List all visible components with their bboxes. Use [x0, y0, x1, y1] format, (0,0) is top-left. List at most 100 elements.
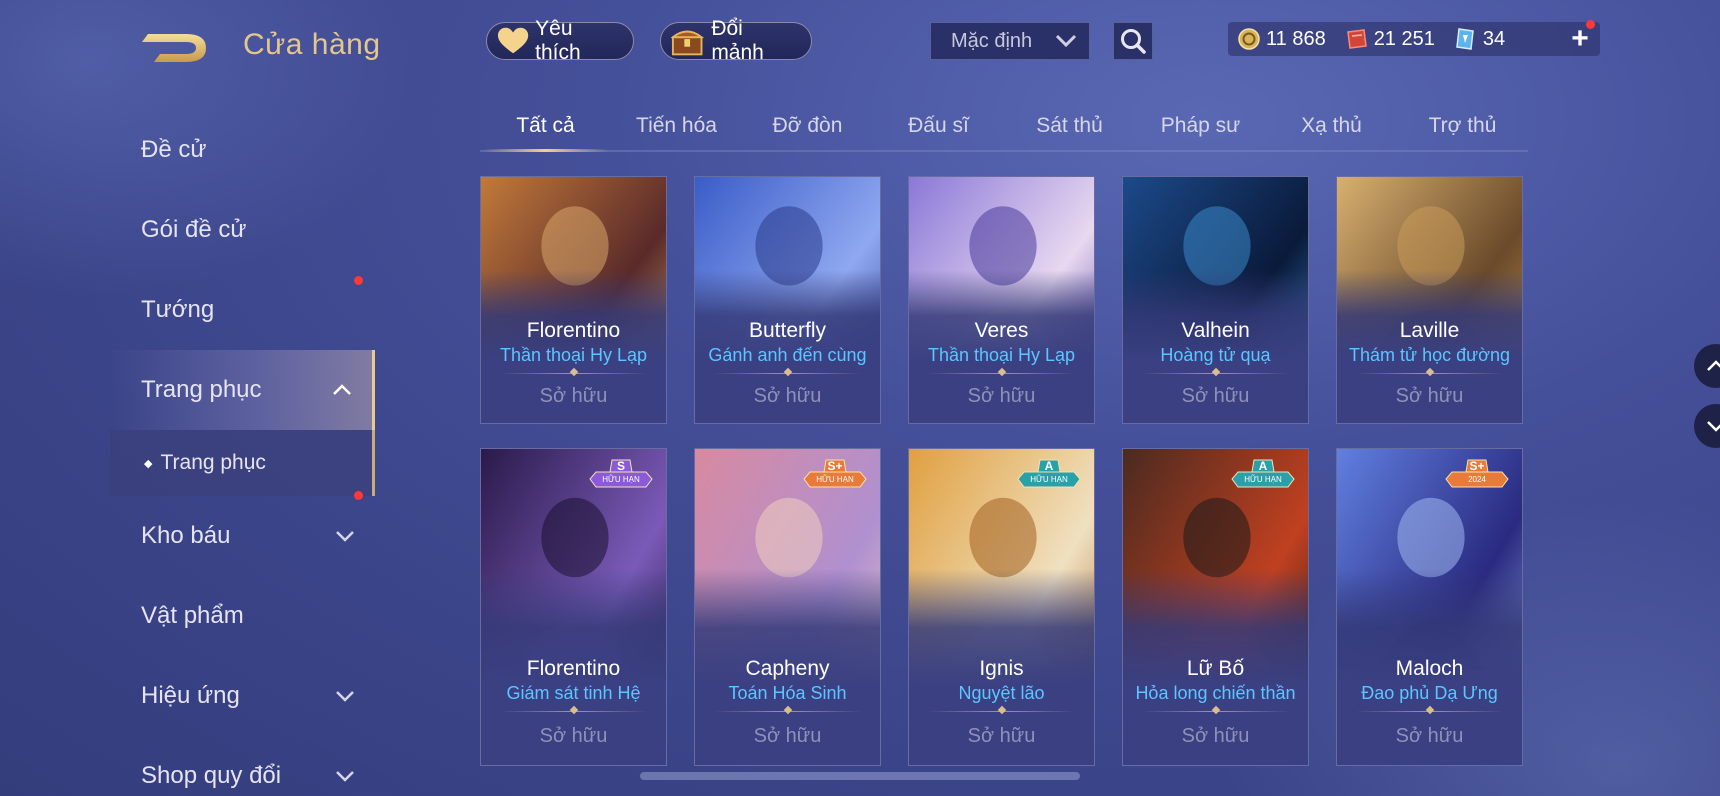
- hero-name: Veres: [974, 319, 1029, 342]
- skin-name: Nguyệt lão: [958, 683, 1045, 703]
- card-divider: [1141, 373, 1290, 374]
- hero-name: Lữ Bố: [1186, 657, 1245, 680]
- tab-tank[interactable]: Đỡ đòn: [742, 108, 873, 150]
- shard-exchange-button[interactable]: Đổi mảnh: [660, 17, 812, 64]
- gold-coin-icon: [1238, 28, 1260, 50]
- hero-name: Butterfly: [748, 319, 827, 342]
- chevron-down-icon: [336, 531, 354, 542]
- card-divider: [1355, 373, 1504, 374]
- back-button[interactable]: [140, 24, 212, 66]
- skin-card[interactable]: Capheny Toán Hóa Sinh Sở hữu S+ HỮU HẠN: [694, 448, 881, 766]
- sidebar-item-label: Vật phẩm: [141, 602, 244, 629]
- skin-card[interactable]: Valhein Hoàng tử quạ Sở hữu: [1122, 176, 1309, 424]
- favorites-button[interactable]: Yêu thích: [486, 17, 634, 64]
- ownership-status: Sở hữu: [967, 385, 1036, 407]
- scroll-up-button[interactable]: [1694, 344, 1720, 388]
- skin-name: Đao phủ Dạ Ưng: [1361, 683, 1498, 703]
- sidebar-item-skins[interactable]: Trang phục: [110, 350, 375, 430]
- limited-label: HỮU HẠN: [1244, 475, 1282, 484]
- limited-label: HỮU HẠN: [602, 475, 640, 484]
- limited-label: HỮU HẠN: [816, 475, 854, 484]
- sidebar-item-items[interactable]: Vật phẩm: [110, 576, 375, 656]
- chevron-down-icon: [1055, 34, 1077, 48]
- tab-marksman[interactable]: Xạ thủ: [1266, 108, 1397, 150]
- shard-exchange-label: Đổi mảnh: [711, 17, 764, 64]
- ownership-status: Sở hữu: [1395, 725, 1464, 747]
- limited-label: HỮU HẠN: [1030, 475, 1068, 484]
- skin-card[interactable]: Butterfly Gánh anh đến cùng Sở hữu: [694, 176, 881, 424]
- tab-assassin[interactable]: Sát thủ: [1004, 108, 1135, 150]
- tab-fighter[interactable]: Đấu sĩ: [873, 108, 1004, 150]
- grade-label: A: [1044, 459, 1054, 473]
- limited-label: 2024: [1468, 475, 1486, 484]
- hero-name: Maloch: [1395, 657, 1464, 680]
- skin-card[interactable]: Florentino Giám sát tinh Hệ Sở hữu S HỮU HẠ…: [480, 448, 667, 766]
- sidebar-item-label: Hiệu ứng: [141, 682, 240, 709]
- hero-name: Florentino: [526, 657, 621, 680]
- page-title: Cửa hàng: [243, 28, 381, 61]
- gem-balance: 34: [1453, 27, 1505, 51]
- ownership-status: Sở hữu: [1395, 385, 1464, 407]
- gold-amount: 11 868: [1266, 27, 1326, 50]
- sort-value: Mặc định: [951, 29, 1033, 52]
- skin-card[interactable]: Lữ Bố Hỏa long chiến thần Sở hữu A HỮU HẠN: [1122, 448, 1309, 766]
- skin-card[interactable]: Florentino Thần thoại Hy Lạp Sở hữu: [480, 176, 667, 424]
- grade-badge: A HỮU HẠN: [1016, 459, 1082, 489]
- skin-name: Hoàng tử quạ: [1160, 345, 1271, 365]
- hero-name: Florentino: [526, 319, 621, 342]
- tab-all[interactable]: Tất cả: [480, 108, 611, 152]
- card-divider: [1141, 711, 1290, 712]
- card-divider: [713, 373, 862, 374]
- sidebar-item-label: Gói đề cử: [141, 216, 247, 243]
- sidebar-item-effects[interactable]: Hiệu ứng: [110, 656, 375, 736]
- ownership-status: Sở hữu: [967, 725, 1036, 747]
- sidebar-item-heroes[interactable]: Tướng: [110, 270, 375, 350]
- sidebar: Đề cử Gói đề cử Tướng Trang phục ◆ Trang…: [110, 110, 375, 796]
- bullet-icon: ◆: [144, 457, 153, 470]
- skin-grid: Florentino Thần thoại Hy Lạp Sở hữu Butter…: [480, 176, 1530, 766]
- horizontal-scrollbar[interactable]: [640, 772, 1080, 780]
- sidebar-item-label: Shop quy đổi: [141, 762, 282, 789]
- skin-card[interactable]: Ignis Nguyệt lão Sở hữu A HỮU HẠN: [908, 448, 1095, 766]
- grade-badge: A HỮU HẠN: [1230, 459, 1296, 489]
- tab-support[interactable]: Trợ thủ: [1397, 108, 1528, 150]
- card-divider: [927, 373, 1076, 374]
- skin-card[interactable]: Laville Thám tử học đường Sở hữu: [1336, 176, 1523, 424]
- skin-name: Thần thoại Hy Lạp: [927, 345, 1076, 365]
- currency-bar: 11 868 21 251 34: [1228, 22, 1600, 56]
- tab-evolution[interactable]: Tiến hóa: [611, 108, 742, 150]
- grade-label: A: [1258, 459, 1268, 473]
- sidebar-item-treasure[interactable]: Kho báu: [110, 491, 375, 576]
- skin-name: Giám sát tinh Hệ: [506, 683, 641, 703]
- chevron-up-icon: [1707, 360, 1720, 371]
- sidebar-item-label: Tướng: [141, 296, 215, 323]
- scroll-down-button[interactable]: [1694, 404, 1720, 448]
- favorites-label: Yêu thích: [535, 17, 581, 64]
- chevron-down-icon: [336, 691, 354, 702]
- ownership-status: Sở hữu: [539, 385, 608, 407]
- gold-balance: 11 868: [1238, 28, 1326, 51]
- sidebar-subitem-skins[interactable]: ◆ Trang phục: [110, 430, 375, 496]
- hero-name: Laville: [1399, 319, 1460, 342]
- card-divider: [499, 373, 648, 374]
- heart-icon: [497, 27, 529, 54]
- treasure-chest-icon: [671, 30, 705, 56]
- sort-dropdown[interactable]: Mặc định: [930, 22, 1090, 60]
- card-divider: [713, 711, 862, 712]
- sidebar-item-label: Đề cử: [141, 136, 207, 163]
- notification-dot: [354, 491, 363, 500]
- notification-dot: [1586, 20, 1595, 29]
- sidebar-item-recommended[interactable]: Đề cử: [110, 110, 375, 190]
- ownership-status: Sở hữu: [539, 725, 608, 747]
- gem-amount: 34: [1482, 27, 1506, 50]
- back-arrow-icon: [142, 34, 206, 62]
- skin-card[interactable]: Veres Thần thoại Hy Lạp Sở hữu: [908, 176, 1095, 424]
- search-button[interactable]: [1113, 22, 1153, 60]
- tab-mage[interactable]: Pháp sư: [1135, 108, 1266, 150]
- skin-name: Thám tử học đường: [1349, 345, 1510, 365]
- grade-label: S+: [827, 459, 843, 473]
- skin-card[interactable]: Maloch Đao phủ Dạ Ưng Sở hữu S+ 2024: [1336, 448, 1523, 766]
- voucher-balance: 21 251: [1344, 28, 1435, 51]
- sidebar-item-exchange-shop[interactable]: Shop quy đổi: [110, 736, 375, 796]
- sidebar-item-recommended-bundles[interactable]: Gói đề cử: [110, 190, 375, 285]
